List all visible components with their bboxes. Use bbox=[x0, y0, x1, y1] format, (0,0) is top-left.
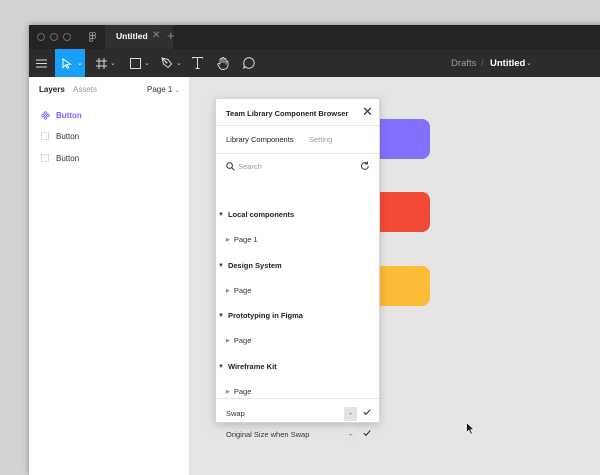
app-window: Untitled ✕ + ⌄ ⌄ ⌄ ⌄ Drafts / Untitled ⌄… bbox=[29, 25, 600, 475]
figma-logo-icon[interactable] bbox=[89, 32, 96, 42]
tab-library-components[interactable]: Library Components bbox=[226, 135, 294, 144]
chevron-down-icon: ⌄ bbox=[144, 60, 150, 67]
page-selector[interactable]: Page 1 ⌄ bbox=[147, 85, 180, 94]
chevron-down-icon: ⌄ bbox=[110, 60, 116, 67]
window-close-control[interactable] bbox=[37, 33, 45, 41]
hand-tool-icon bbox=[217, 56, 229, 70]
component-icon bbox=[39, 110, 51, 120]
page-selector-label: Page 1 bbox=[147, 85, 173, 94]
divider bbox=[216, 125, 379, 126]
swap-toggle-button[interactable]: - bbox=[344, 407, 357, 421]
layers-panel: Layers Assets Page 1 ⌄ Button Button But… bbox=[29, 77, 190, 475]
swap-option: Swap - bbox=[226, 407, 371, 421]
refresh-icon[interactable] bbox=[360, 161, 370, 171]
page-item[interactable]: ▶ Page bbox=[226, 286, 251, 295]
option-label: Original Size when Swap bbox=[226, 430, 310, 439]
divider bbox=[216, 398, 379, 399]
caret-down-icon: ▼ bbox=[218, 262, 224, 269]
purple-button-component[interactable] bbox=[372, 119, 430, 159]
close-icon[interactable]: ✕ bbox=[362, 104, 373, 120]
layer-label: Button bbox=[56, 131, 80, 141]
chevron-down-icon: ⌄ bbox=[77, 60, 83, 67]
page-item[interactable]: ▶ Page bbox=[226, 387, 251, 396]
group-name: Wireframe Kit bbox=[227, 362, 277, 371]
pen-tool-button[interactable]: ⌄ bbox=[157, 49, 185, 77]
group-toggle[interactable]: ▼ Prototyping in Figma bbox=[218, 311, 303, 320]
comment-tool-button[interactable] bbox=[241, 49, 257, 77]
group-name: Design System bbox=[227, 261, 282, 270]
red-button-component[interactable] bbox=[372, 192, 430, 232]
page-name: Page bbox=[233, 336, 252, 345]
caret-right-icon: ▶ bbox=[226, 337, 230, 344]
tab-bar: Untitled ✕ + bbox=[29, 25, 600, 49]
breadcrumb-drafts[interactable]: Drafts bbox=[451, 58, 476, 69]
page-item[interactable]: ▶ Page 1 bbox=[226, 235, 258, 244]
page-name: Page bbox=[233, 387, 252, 396]
tab-layers[interactable]: Layers bbox=[39, 85, 65, 94]
search-icon bbox=[226, 162, 235, 171]
check-icon bbox=[363, 409, 371, 416]
original-size-toggle-button[interactable]: - bbox=[344, 428, 357, 442]
hand-tool-button[interactable] bbox=[215, 49, 231, 77]
original-size-option: Original Size when Swap - bbox=[226, 428, 371, 442]
frame-tool-button[interactable]: ⌄ bbox=[91, 49, 119, 77]
tab-setting[interactable]: Setting bbox=[309, 135, 332, 144]
layer-row[interactable]: Button bbox=[39, 129, 79, 143]
frame-icon bbox=[39, 154, 51, 162]
group-toggle[interactable]: ▼ Wireframe Kit bbox=[218, 362, 277, 371]
shape-tool-button[interactable]: ⌄ bbox=[125, 49, 153, 77]
divider bbox=[216, 153, 379, 154]
layer-label: Button bbox=[56, 110, 82, 120]
caret-right-icon: ▶ bbox=[226, 236, 230, 243]
caret-down-icon: ▼ bbox=[218, 363, 224, 370]
search-bar[interactable]: Search bbox=[226, 161, 371, 173]
breadcrumb-separator: / bbox=[481, 58, 484, 69]
text-tool-icon bbox=[191, 57, 203, 69]
hamburger-icon bbox=[35, 59, 47, 67]
new-tab-icon[interactable]: + bbox=[167, 28, 175, 43]
document-tab-title: Untitled bbox=[116, 31, 148, 41]
page-item[interactable]: ▶ Page bbox=[226, 336, 251, 345]
group-name: Prototyping in Figma bbox=[227, 311, 303, 320]
rectangle-tool-icon bbox=[129, 57, 141, 69]
caret-right-icon: ▶ bbox=[226, 287, 230, 294]
group-name: Local components bbox=[227, 210, 295, 219]
option-label: Swap bbox=[226, 409, 245, 418]
chevron-down-icon: ⌄ bbox=[174, 88, 180, 94]
frame-tool-icon bbox=[95, 57, 107, 69]
layer-label: Button bbox=[56, 153, 80, 163]
search-input[interactable]: Search bbox=[238, 162, 262, 171]
tab-assets[interactable]: Assets bbox=[73, 85, 97, 94]
main-menu-button[interactable] bbox=[29, 49, 53, 77]
file-title[interactable]: Untitled bbox=[490, 58, 525, 69]
layer-row[interactable]: Button bbox=[39, 108, 82, 122]
plugin-title: Team Library Component Browser bbox=[226, 109, 349, 118]
chevron-down-icon: ⌄ bbox=[176, 60, 182, 67]
tab-close-icon[interactable]: ✕ bbox=[152, 30, 160, 41]
toolbar: ⌄ ⌄ ⌄ ⌄ Drafts / Untitled ⌄ bbox=[29, 49, 600, 77]
pen-tool-icon bbox=[161, 57, 173, 69]
page-name: Page bbox=[233, 286, 252, 295]
yellow-button-component[interactable] bbox=[372, 266, 430, 306]
mouse-cursor-icon bbox=[466, 422, 475, 435]
layer-row[interactable]: Button bbox=[39, 151, 79, 165]
window-maximize-control[interactable] bbox=[63, 33, 71, 41]
plugin-window: Team Library Component Browser ✕ Library… bbox=[215, 98, 380, 442]
frame-icon bbox=[39, 132, 51, 140]
move-tool-icon bbox=[62, 57, 72, 69]
move-tool-button[interactable]: ⌄ bbox=[55, 49, 85, 77]
document-tab[interactable]: Untitled ✕ bbox=[105, 25, 173, 49]
check-icon bbox=[363, 430, 371, 437]
caret-down-icon: ▼ bbox=[218, 211, 224, 218]
window-minimize-control[interactable] bbox=[50, 33, 58, 41]
caret-right-icon: ▶ bbox=[226, 388, 230, 395]
chevron-down-icon[interactable]: ⌄ bbox=[526, 59, 532, 67]
comment-tool-icon bbox=[243, 57, 255, 69]
page-name: Page 1 bbox=[233, 235, 258, 244]
group-toggle[interactable]: ▼ Local components bbox=[218, 210, 294, 219]
group-toggle[interactable]: ▼ Design System bbox=[218, 261, 282, 270]
text-tool-button[interactable] bbox=[189, 49, 205, 77]
caret-down-icon: ▼ bbox=[218, 312, 224, 319]
